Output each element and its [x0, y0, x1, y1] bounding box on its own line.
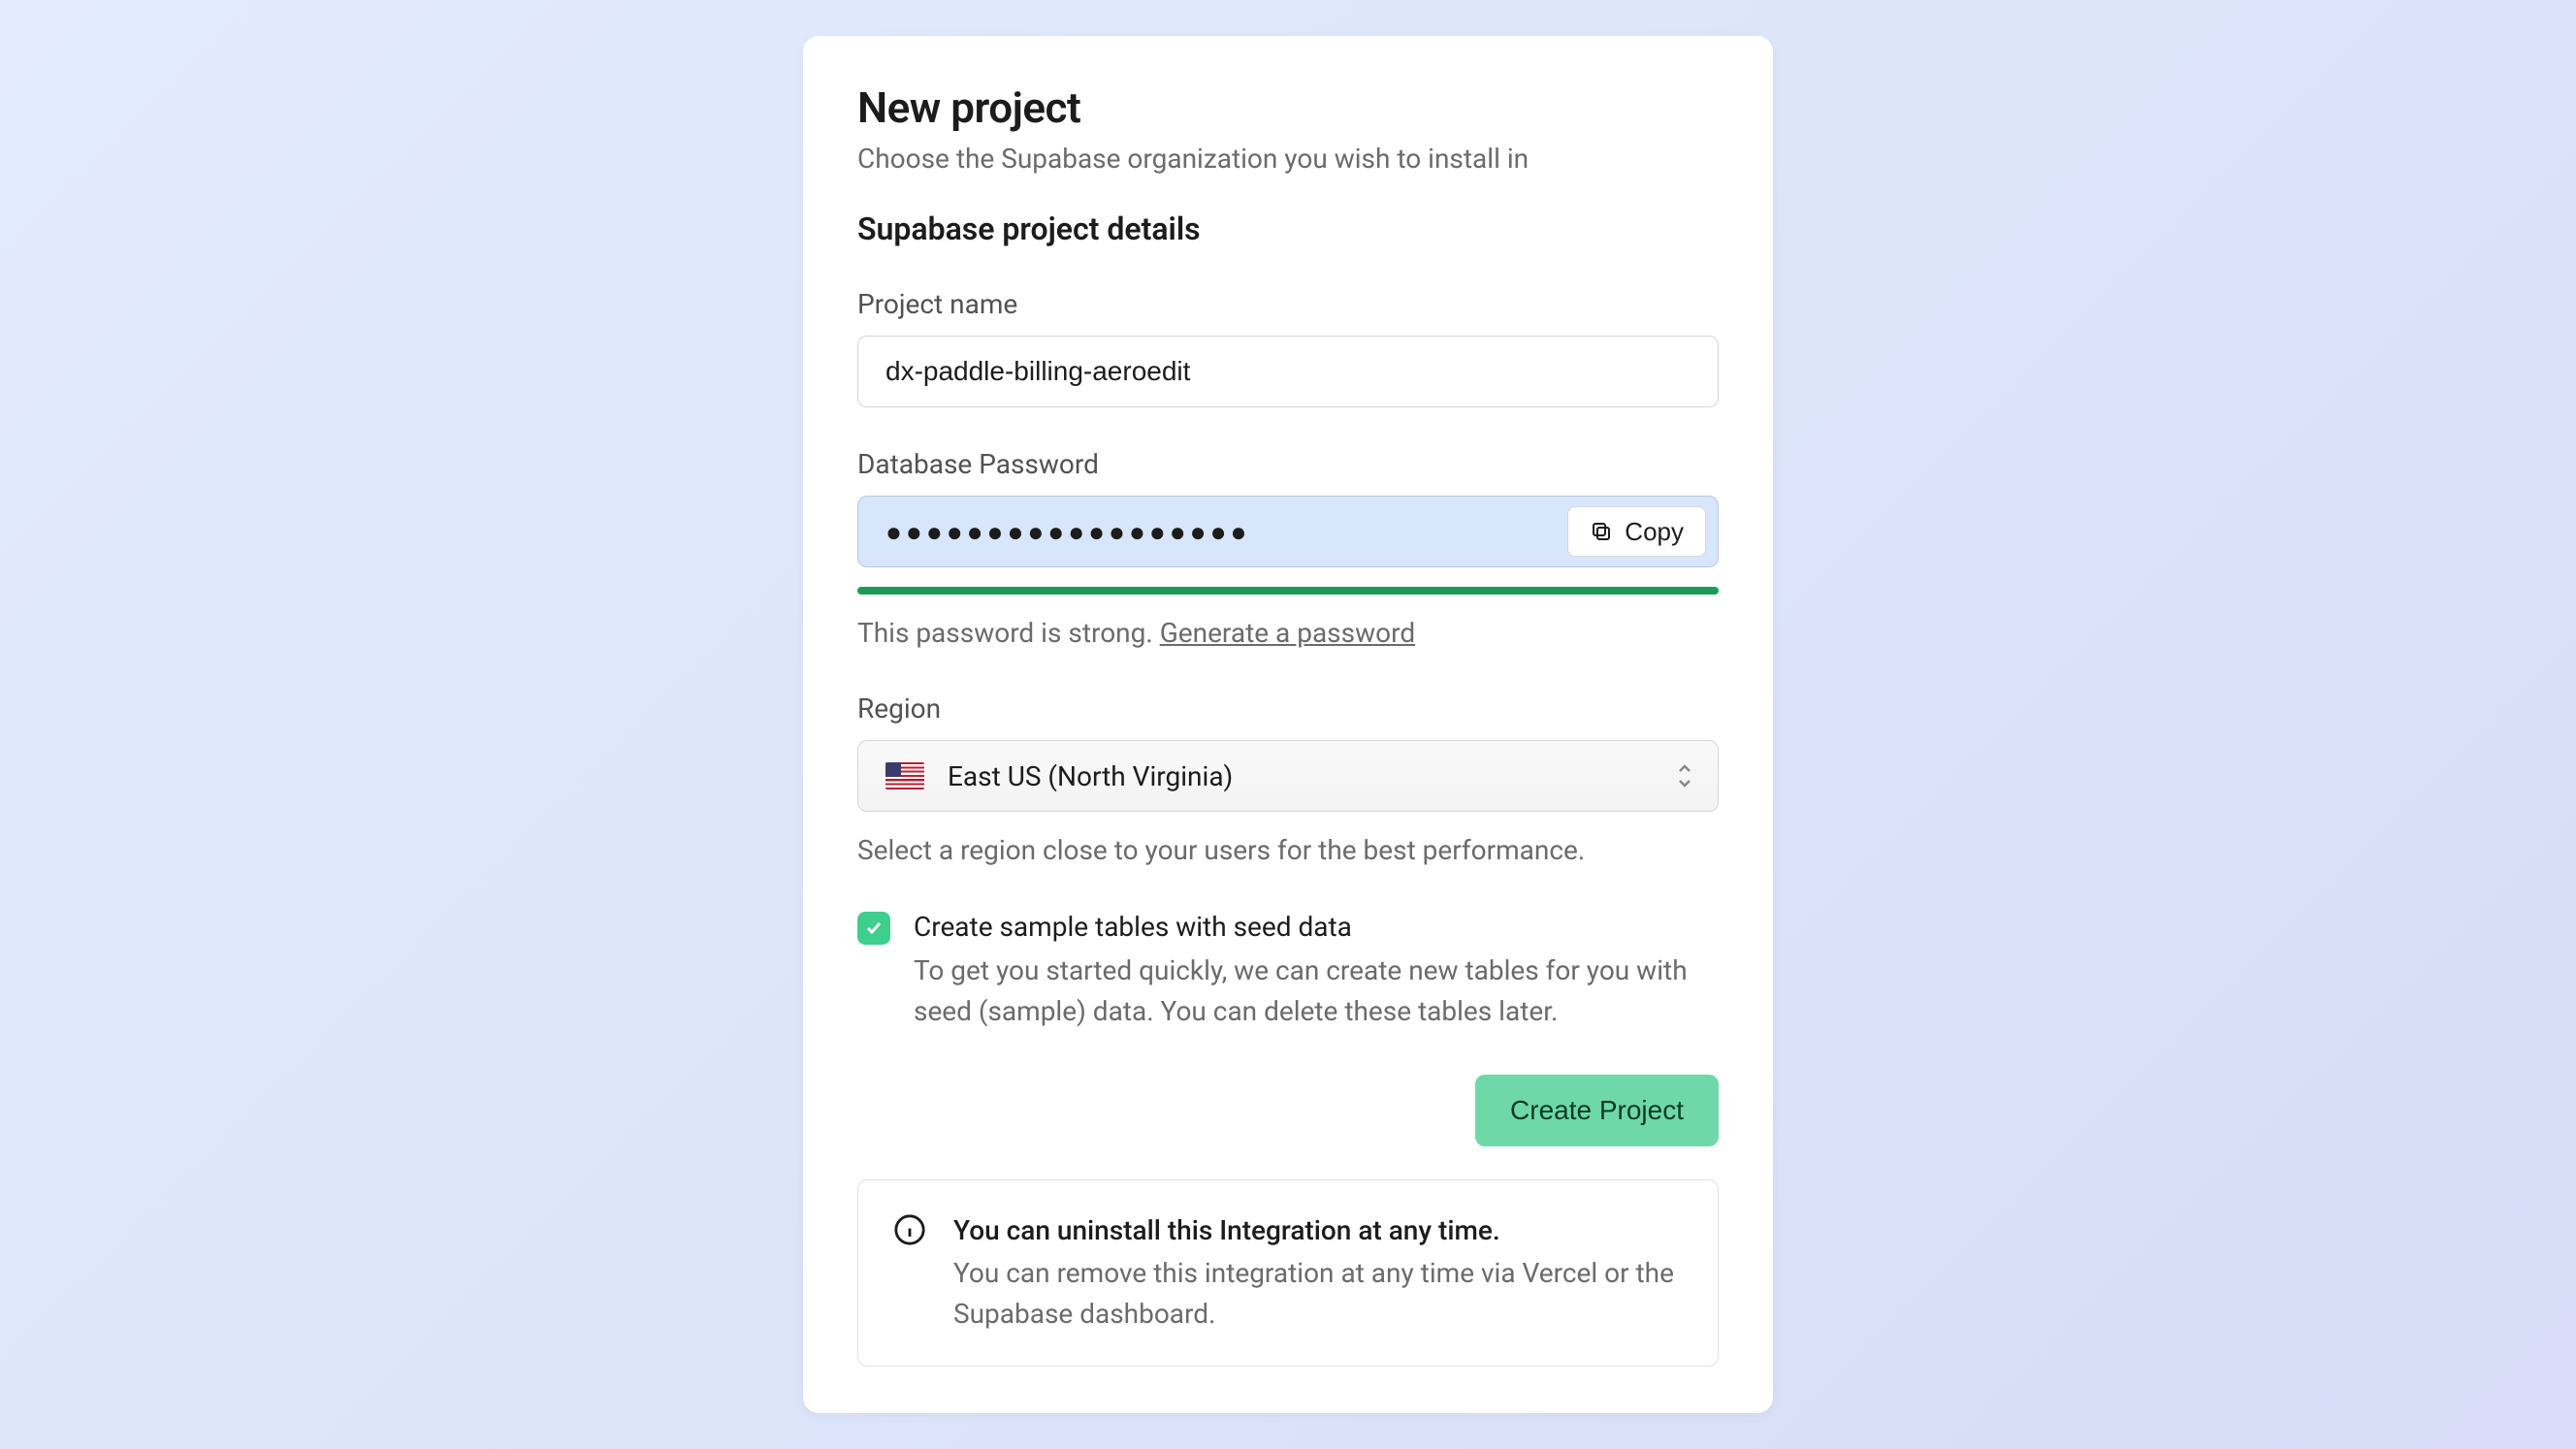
password-strength-bar [857, 587, 1719, 595]
section-title: Supabase project details [857, 210, 1719, 247]
password-strength-text: This password is strong. [857, 617, 1160, 649]
seed-data-checkbox[interactable] [857, 912, 890, 945]
us-flag-icon [886, 762, 924, 789]
new-project-card: New project Choose the Supabase organiza… [803, 36, 1773, 1413]
seed-data-title: Create sample tables with seed data [914, 908, 1719, 946]
uninstall-info-description: You can remove this integration at any t… [953, 1253, 1683, 1335]
password-label: Database Password [857, 448, 1719, 480]
generate-password-link[interactable]: Generate a password [1160, 617, 1415, 649]
page-subtitle: Choose the Supabase organization you wis… [857, 140, 1719, 177]
uninstall-info-text: You can uninstall this Integration at an… [953, 1211, 1683, 1335]
region-label: Region [857, 692, 1719, 724]
action-row: Create Project [857, 1075, 1719, 1146]
region-field: Region East US (North Virginia) Select a… [857, 692, 1719, 869]
project-name-field: Project name [857, 288, 1719, 407]
region-selected-value: East US (North Virginia) [948, 760, 1233, 792]
seed-data-description: To get you started quickly, we can creat… [914, 950, 1719, 1032]
copy-icon [1590, 520, 1613, 543]
seed-data-option: Create sample tables with seed data To g… [857, 908, 1719, 1031]
copy-button-label: Copy [1625, 517, 1684, 547]
copy-password-button[interactable]: Copy [1567, 506, 1706, 557]
checkmark-icon [865, 919, 883, 937]
page-title: New project [857, 82, 1719, 134]
chevron-up-down-icon [1675, 762, 1694, 789]
region-helper: Select a region close to your users for … [857, 831, 1719, 869]
password-field: Database Password ●●●●●●●●●●●●●●●●●● Cop… [857, 448, 1719, 652]
password-input[interactable]: ●●●●●●●●●●●●●●●●●● [886, 516, 1567, 548]
info-icon [893, 1213, 926, 1246]
seed-data-text: Create sample tables with seed data To g… [914, 908, 1719, 1031]
password-input-wrap: ●●●●●●●●●●●●●●●●●● Copy [857, 496, 1719, 567]
project-name-label: Project name [857, 288, 1719, 320]
uninstall-info-box: You can uninstall this Integration at an… [857, 1179, 1719, 1367]
project-name-input[interactable] [857, 336, 1719, 407]
uninstall-info-title: You can uninstall this Integration at an… [953, 1211, 1683, 1249]
password-helper: This password is strong. Generate a pass… [857, 614, 1719, 652]
region-select[interactable]: East US (North Virginia) [857, 740, 1719, 812]
create-project-button[interactable]: Create Project [1475, 1075, 1719, 1146]
